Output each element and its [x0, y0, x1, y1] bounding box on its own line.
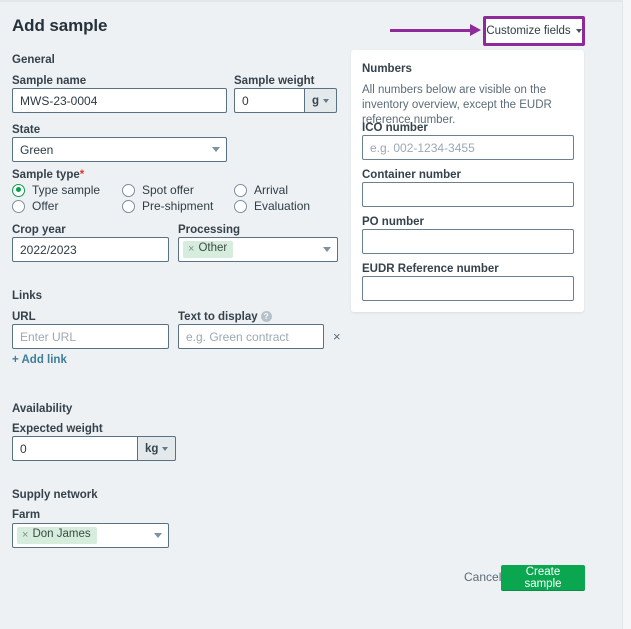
section-heading-general: General	[12, 54, 55, 66]
chevron-down-icon	[323, 247, 331, 252]
farm-select[interactable]: × Don James	[12, 523, 169, 548]
radio-icon[interactable]	[234, 199, 247, 213]
label-text-to-display: Text to display?	[178, 311, 272, 323]
tag-remove-icon[interactable]: ×	[188, 243, 194, 255]
label-farm: Farm	[12, 509, 41, 521]
label-crop-year: Crop year	[12, 224, 66, 236]
label-url: URL	[12, 311, 36, 323]
sample-name-input[interactable]	[12, 88, 227, 113]
label-sample-name: Sample name	[12, 75, 87, 87]
chevron-down-icon	[323, 98, 330, 103]
radio-label: Evaluation	[254, 199, 311, 213]
remove-link-icon[interactable]: ×	[333, 329, 341, 344]
chevron-down-icon	[212, 147, 220, 152]
label-processing: Processing	[178, 224, 240, 236]
numbers-card: Numbers All numbers below are visible on…	[351, 50, 584, 312]
chevron-down-icon	[575, 29, 582, 33]
required-marker: *	[79, 169, 85, 181]
radio-icon[interactable]	[122, 183, 135, 197]
container-number-input[interactable]	[362, 182, 574, 207]
sample-weight-unit-label: g	[312, 94, 320, 107]
radio-pre-shipment[interactable]: Pre-shipment	[122, 199, 213, 213]
info-icon[interactable]: ?	[260, 311, 272, 322]
numbers-card-title: Numbers	[362, 63, 412, 75]
sample-weight-unit-button[interactable]: g	[304, 88, 338, 113]
url-input[interactable]	[12, 324, 169, 349]
radio-label: Spot offer	[142, 183, 194, 197]
page-title: Add sample	[12, 16, 108, 35]
radio-icon[interactable]	[234, 183, 247, 197]
label-sample-type: Sample type*	[12, 169, 84, 181]
radio-label: Pre-shipment	[142, 199, 214, 213]
customize-fields-label: Customize fields	[486, 25, 571, 37]
text-to-display-input[interactable]	[178, 324, 324, 349]
label-po-number: PO number	[362, 216, 424, 228]
radio-label: Offer	[32, 199, 59, 213]
label-container-number: Container number	[362, 169, 462, 181]
processing-select[interactable]: × Other	[178, 237, 338, 262]
po-number-input[interactable]	[362, 229, 574, 254]
radio-label: Arrival	[254, 183, 289, 197]
section-heading-availability: Availability	[12, 403, 73, 415]
label-state: State	[12, 124, 41, 136]
label-ico-number: ICO number	[362, 122, 428, 134]
chevron-down-icon	[162, 446, 169, 451]
label-sample-weight: Sample weight	[234, 75, 315, 87]
state-select[interactable]: Green	[12, 137, 227, 162]
radio-icon[interactable]	[122, 199, 135, 213]
expected-weight-input[interactable]	[12, 436, 137, 461]
create-sample-button[interactable]: Create sample	[501, 565, 585, 590]
annotation-arrow-line	[390, 29, 473, 32]
radio-offer[interactable]: Offer	[12, 199, 58, 213]
state-select-value: Green	[20, 142, 54, 157]
tag-remove-icon[interactable]: ×	[22, 529, 28, 541]
section-heading-supply-network: Supply network	[12, 489, 98, 501]
section-heading-links: Links	[12, 290, 43, 302]
expected-weight-group: kg	[12, 436, 177, 461]
ico-number-input[interactable]	[362, 135, 574, 160]
sample-weight-input[interactable]	[234, 88, 304, 113]
label-expected-weight: Expected weight	[12, 423, 103, 435]
radio-evaluation[interactable]: Evaluation	[234, 199, 310, 213]
expected-weight-unit-button[interactable]: kg	[137, 436, 177, 461]
radio-icon[interactable]	[12, 199, 25, 213]
tag-label: Other	[198, 242, 228, 255]
label-sample-type-text: Sample type	[12, 169, 80, 181]
expected-weight-unit-label: kg	[145, 442, 159, 455]
annotation-arrow-head-icon	[470, 24, 481, 36]
label-eudr-reference-number: EUDR Reference number	[362, 263, 499, 275]
radio-icon[interactable]	[12, 183, 25, 197]
radio-type-sample[interactable]: Type sample	[12, 183, 100, 197]
radio-arrival[interactable]: Arrival	[234, 183, 288, 197]
vertical-scrollbar[interactable]	[622, 0, 631, 629]
farm-tag[interactable]: × Don James	[17, 527, 97, 544]
eudr-reference-number-input[interactable]	[362, 276, 574, 301]
radio-label: Type sample	[32, 183, 101, 197]
chevron-down-icon	[154, 533, 162, 538]
label-text-to-display-text: Text to display	[178, 311, 258, 323]
crop-year-input[interactable]	[12, 237, 169, 262]
sample-weight-group: g	[234, 88, 338, 113]
add-link-button[interactable]: + Add link	[12, 354, 67, 366]
radio-spot-offer[interactable]: Spot offer	[122, 183, 194, 197]
tag-label: Don James	[32, 528, 91, 541]
cancel-button[interactable]: Cancel	[464, 570, 501, 584]
customize-fields-button[interactable]: Customize fields	[486, 19, 582, 43]
form-page: Add sample General Sample name Sample we…	[0, 0, 622, 629]
processing-tag[interactable]: × Other	[183, 241, 234, 258]
